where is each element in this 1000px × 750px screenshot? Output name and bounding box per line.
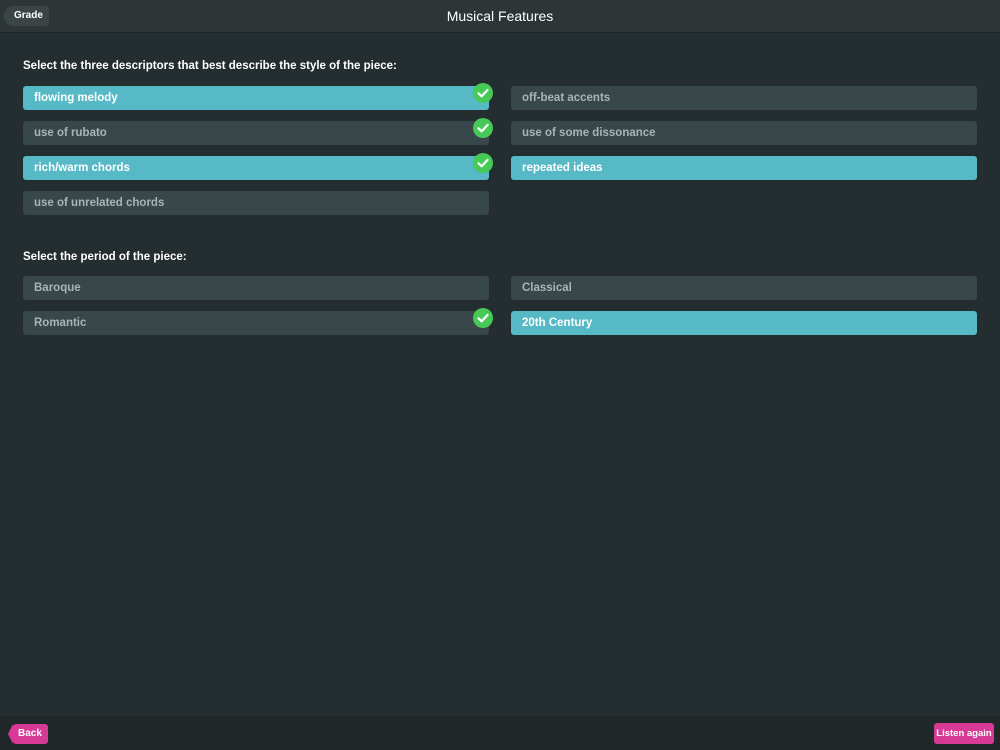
descriptor-option-use-of-rubato[interactable]: use of rubato (23, 121, 489, 145)
back-button[interactable]: Back (8, 724, 48, 744)
descriptor-option-use-of-some-dissonance[interactable]: use of some dissonance (511, 121, 977, 145)
descriptor-option-flowing-melody[interactable]: flowing melody (23, 86, 489, 110)
check-circle-icon (473, 308, 493, 328)
descriptor-option-use-of-unrelated-chords[interactable]: use of unrelated chords (23, 191, 489, 215)
descriptor-option-repeated-ideas[interactable]: repeated ideas (511, 156, 977, 180)
check-circle-icon (473, 83, 493, 103)
period-option-romantic[interactable]: Romantic (23, 311, 489, 335)
top-bar: Grade Musical Features (0, 0, 1000, 33)
period-option-classical[interactable]: Classical (511, 276, 977, 300)
check-circle-icon (473, 118, 493, 138)
period-prompt: Select the period of the piece: (23, 251, 187, 263)
descriptor-option-rich-warm-chords[interactable]: rich/warm chords (23, 156, 489, 180)
listen-again-button[interactable]: Listen again (934, 723, 994, 744)
period-option-20th-century[interactable]: 20th Century (511, 311, 977, 335)
descriptors-prompt: Select the three descriptors that best d… (23, 60, 397, 72)
bottom-bar (0, 716, 1000, 750)
page-title: Musical Features (446, 8, 554, 24)
period-option-baroque[interactable]: Baroque (23, 276, 489, 300)
check-circle-icon (473, 153, 493, 173)
descriptor-option-off-beat-accents[interactable]: off-beat accents (511, 86, 977, 110)
